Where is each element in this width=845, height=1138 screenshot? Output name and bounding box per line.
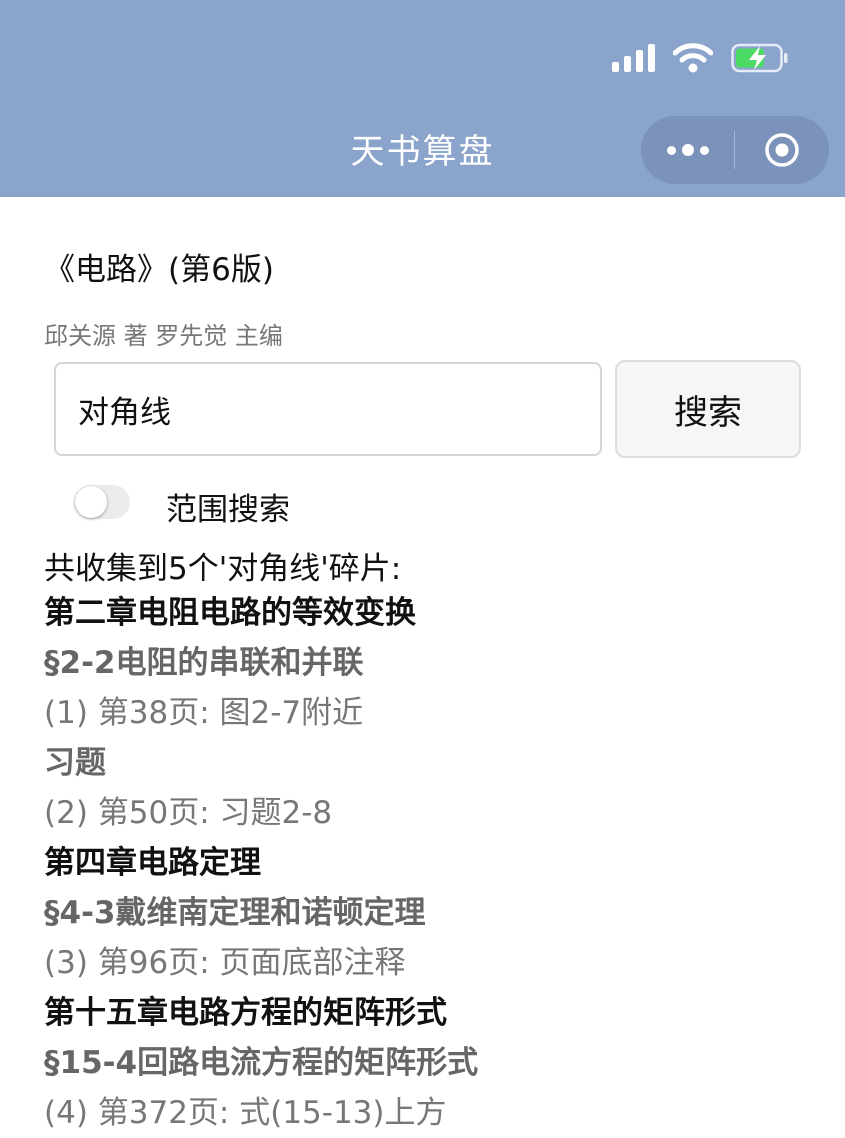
result-section-heading: §15-4回路电流方程的矩阵形式 [44, 1045, 479, 1081]
dot-icon [681, 144, 694, 156]
range-search-toggle[interactable] [74, 485, 130, 519]
toggle-knob [75, 486, 107, 518]
mini-program-capsule [641, 116, 829, 184]
result-chapter-heading: 第十五章电路方程的矩阵形式 [44, 995, 447, 1031]
navigation-bar: 天书算盘 [0, 0, 845, 197]
result-page-link[interactable]: (2) 第50页: 习题2-8 [44, 788, 824, 838]
result-list: 第二章电阻电路的等效变换 §2-2电阻的串联和并联 (1) 第38页: 图2-7… [44, 588, 824, 1138]
search-input[interactable] [54, 362, 602, 456]
result-page-link[interactable]: (4) 第372页: 式(15-13)上方 [44, 1088, 824, 1138]
result-section-heading: 习题 [44, 745, 106, 781]
book-title: 《电路》(第6版) [44, 252, 274, 288]
result-summary: 共收集到5个'对角线'碎片: [44, 551, 402, 587]
target-circle-icon [765, 133, 799, 167]
close-mini-program-button[interactable] [735, 116, 829, 184]
search-button[interactable]: 搜索 [615, 360, 801, 458]
result-page-link[interactable]: (3) 第96页: 页面底部注释 [44, 938, 824, 988]
wifi-icon [673, 43, 713, 73]
result-section-heading: §4-3戴维南定理和诺顿定理 [44, 895, 426, 931]
result-section-heading: §2-2电阻的串联和并联 [44, 645, 364, 681]
status-bar [612, 38, 789, 78]
battery-charging-icon [731, 43, 789, 73]
more-button[interactable] [641, 116, 734, 184]
result-chapter-heading: 第四章电路定理 [44, 845, 261, 881]
dot-icon [699, 145, 709, 155]
dot-icon [666, 145, 676, 155]
range-search-label: 范围搜索 [166, 492, 290, 528]
cellular-signal-icon [612, 44, 655, 72]
result-page-link[interactable]: (1) 第38页: 图2-7附近 [44, 688, 824, 738]
result-chapter-heading: 第二章电阻电路的等效变换 [44, 595, 416, 631]
book-authors: 邱关源 著 罗先觉 主编 [44, 322, 283, 350]
